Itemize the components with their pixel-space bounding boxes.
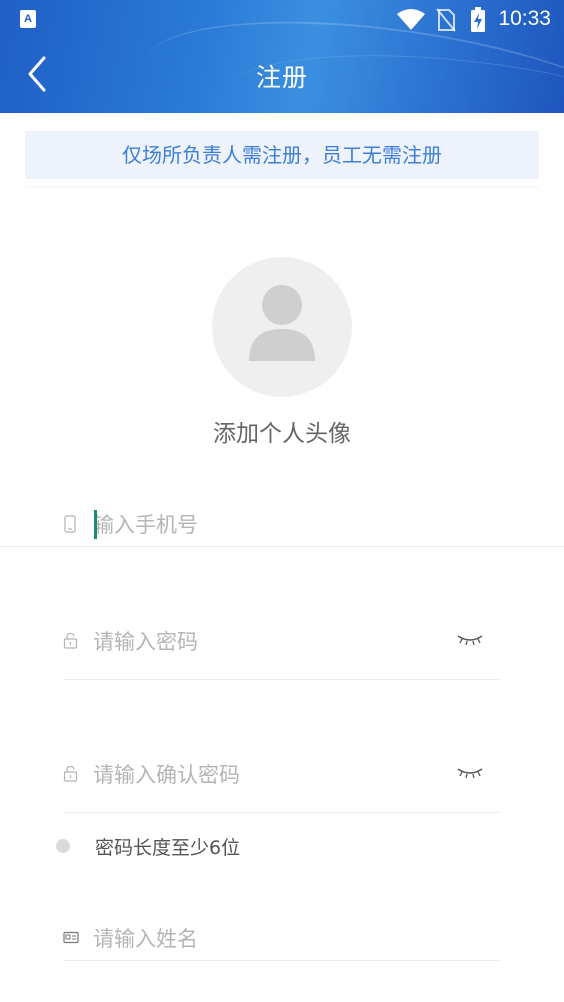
text-cursor xyxy=(94,510,97,539)
password-divider xyxy=(63,679,500,680)
notice-banner: 仅场所负责人需注册，员工无需注册 xyxy=(25,131,539,179)
avatar-label: 添加个人头像 xyxy=(213,421,351,447)
battery-charging-icon xyxy=(471,7,485,32)
confirm-password-divider xyxy=(63,812,500,813)
notice-shadow xyxy=(25,186,539,190)
phone-icon xyxy=(64,515,76,533)
eye-closed-icon[interactable] xyxy=(456,765,484,781)
lock-icon xyxy=(63,632,78,649)
confirm-password-input[interactable] xyxy=(93,758,433,792)
wifi-icon xyxy=(397,9,425,30)
password-length-hint: 密码长度至少6位 xyxy=(95,837,241,859)
lock-icon xyxy=(63,765,78,782)
eye-closed-icon[interactable] xyxy=(456,632,484,648)
name-divider xyxy=(63,960,500,961)
avatar-upload-button[interactable] xyxy=(212,257,352,397)
user-placeholder-icon xyxy=(249,285,315,361)
app-header: A 10:33 注册 xyxy=(0,0,564,113)
page-title: 注册 xyxy=(255,63,308,92)
phone-input[interactable] xyxy=(93,508,493,542)
status-time: 10:33 xyxy=(498,7,551,30)
app-notification-icon: A xyxy=(20,10,36,28)
hint-status-dot xyxy=(56,839,70,853)
no-sim-icon xyxy=(436,8,456,32)
phone-divider xyxy=(0,546,564,547)
name-input[interactable] xyxy=(93,922,493,956)
password-input[interactable] xyxy=(93,625,433,659)
status-bar: A 10:33 xyxy=(0,0,564,38)
id-card-icon xyxy=(63,931,79,944)
